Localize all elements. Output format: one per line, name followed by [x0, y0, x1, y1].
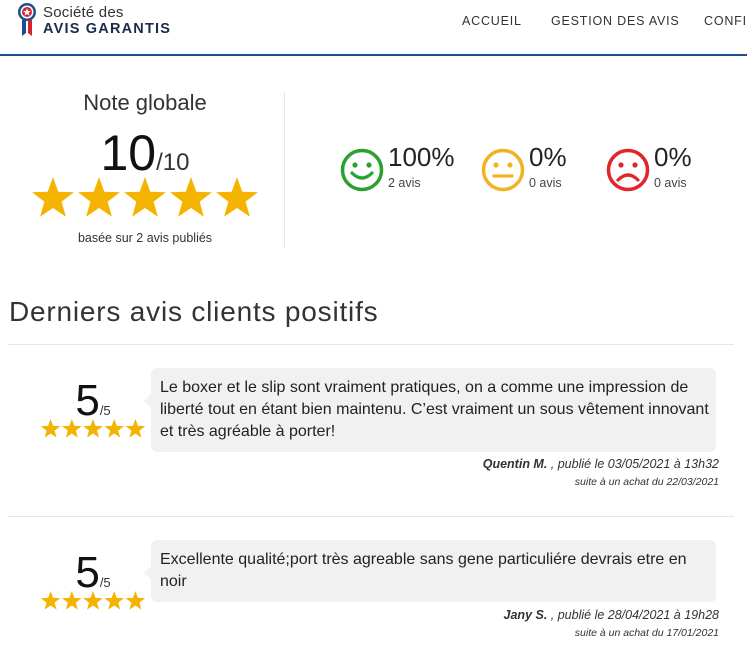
review-score-max: /5 [99, 403, 111, 418]
review-item: 5/5 Le boxer et le slip sont vraiment pr… [8, 368, 734, 496]
sentiment-negative-count: 0 avis [654, 176, 687, 190]
review-date: , publié le 28/04/2021 à 19h28 [547, 608, 719, 622]
sentiment-positive-percent: 100% [388, 142, 455, 172]
global-score-max: /10 [156, 149, 190, 176]
site-header: Société des AVIS GARANTIS ACCUEIL GESTIO… [0, 0, 747, 56]
review-meta: Jany S. , publié le 28/04/2021 à 19h28 s… [504, 608, 719, 639]
sentiment-negative-percent: 0% [654, 142, 692, 172]
review-star-rating [40, 591, 146, 610]
star-icon [32, 177, 74, 217]
review-item: 5/5 Excellente qualité;port très agreabl… [8, 540, 734, 650]
star-icon [125, 419, 146, 438]
review-star-rating [40, 419, 146, 438]
star-icon [125, 591, 146, 610]
star-icon [170, 177, 212, 217]
star-icon [83, 419, 103, 438]
review-text: Le boxer et le slip sont vraiment pratiq… [144, 368, 716, 452]
sentiment-neutral-count: 0 avis [529, 176, 562, 190]
star-icon [40, 591, 61, 610]
review-purchase-date: suite à un achat du 22/03/2021 [574, 476, 719, 488]
vertical-divider [284, 92, 285, 248]
review-score-max: /5 [99, 575, 111, 590]
star-icon [78, 177, 120, 217]
smiley-happy-icon [340, 148, 384, 192]
review-author: Jany S. [503, 608, 548, 622]
star-icon [62, 591, 82, 610]
review-divider [8, 516, 734, 517]
global-score-value: 10 [100, 125, 157, 181]
review-meta: Quentin M. , publié le 03/05/2021 à 13h3… [483, 457, 719, 488]
review-text: Excellente qualité;port très agreable sa… [144, 540, 716, 602]
sentiment-positive-count: 2 avis [388, 176, 421, 190]
global-star-rating [32, 177, 258, 217]
star-icon [62, 419, 82, 438]
nav-item-accueil[interactable]: ACCUEIL [462, 14, 522, 28]
sentiment-neutral-percent: 0% [529, 142, 567, 172]
nav-item-config[interactable]: CONFIG [704, 14, 747, 28]
section-divider [8, 344, 734, 345]
star-icon [124, 177, 166, 217]
reviews-section-title: Derniers avis clients positifs [9, 296, 379, 327]
star-icon [40, 419, 61, 438]
smiley-neutral-icon [481, 148, 525, 192]
star-icon [216, 177, 258, 217]
reviews-count-caption: basée sur 2 avis publiés [77, 231, 213, 245]
review-author: Quentin M. [482, 457, 548, 471]
smiley-sad-icon [606, 148, 650, 192]
main-nav: ACCUEIL GESTION DES AVIS CONFIG [0, 14, 747, 34]
global-score: 10/10 [0, 124, 290, 182]
review-date: , publié le 03/05/2021 à 13h32 [547, 457, 719, 471]
star-icon [104, 419, 124, 438]
star-icon [104, 591, 124, 610]
global-rating-title: Note globale [83, 90, 207, 115]
nav-item-gestion-des-avis[interactable]: GESTION DES AVIS [551, 14, 680, 28]
review-purchase-date: suite à un achat du 17/01/2021 [574, 627, 719, 639]
star-icon [83, 591, 103, 610]
global-rating: Note globale 10/10 basée sur 2 avis publ… [0, 88, 290, 248]
